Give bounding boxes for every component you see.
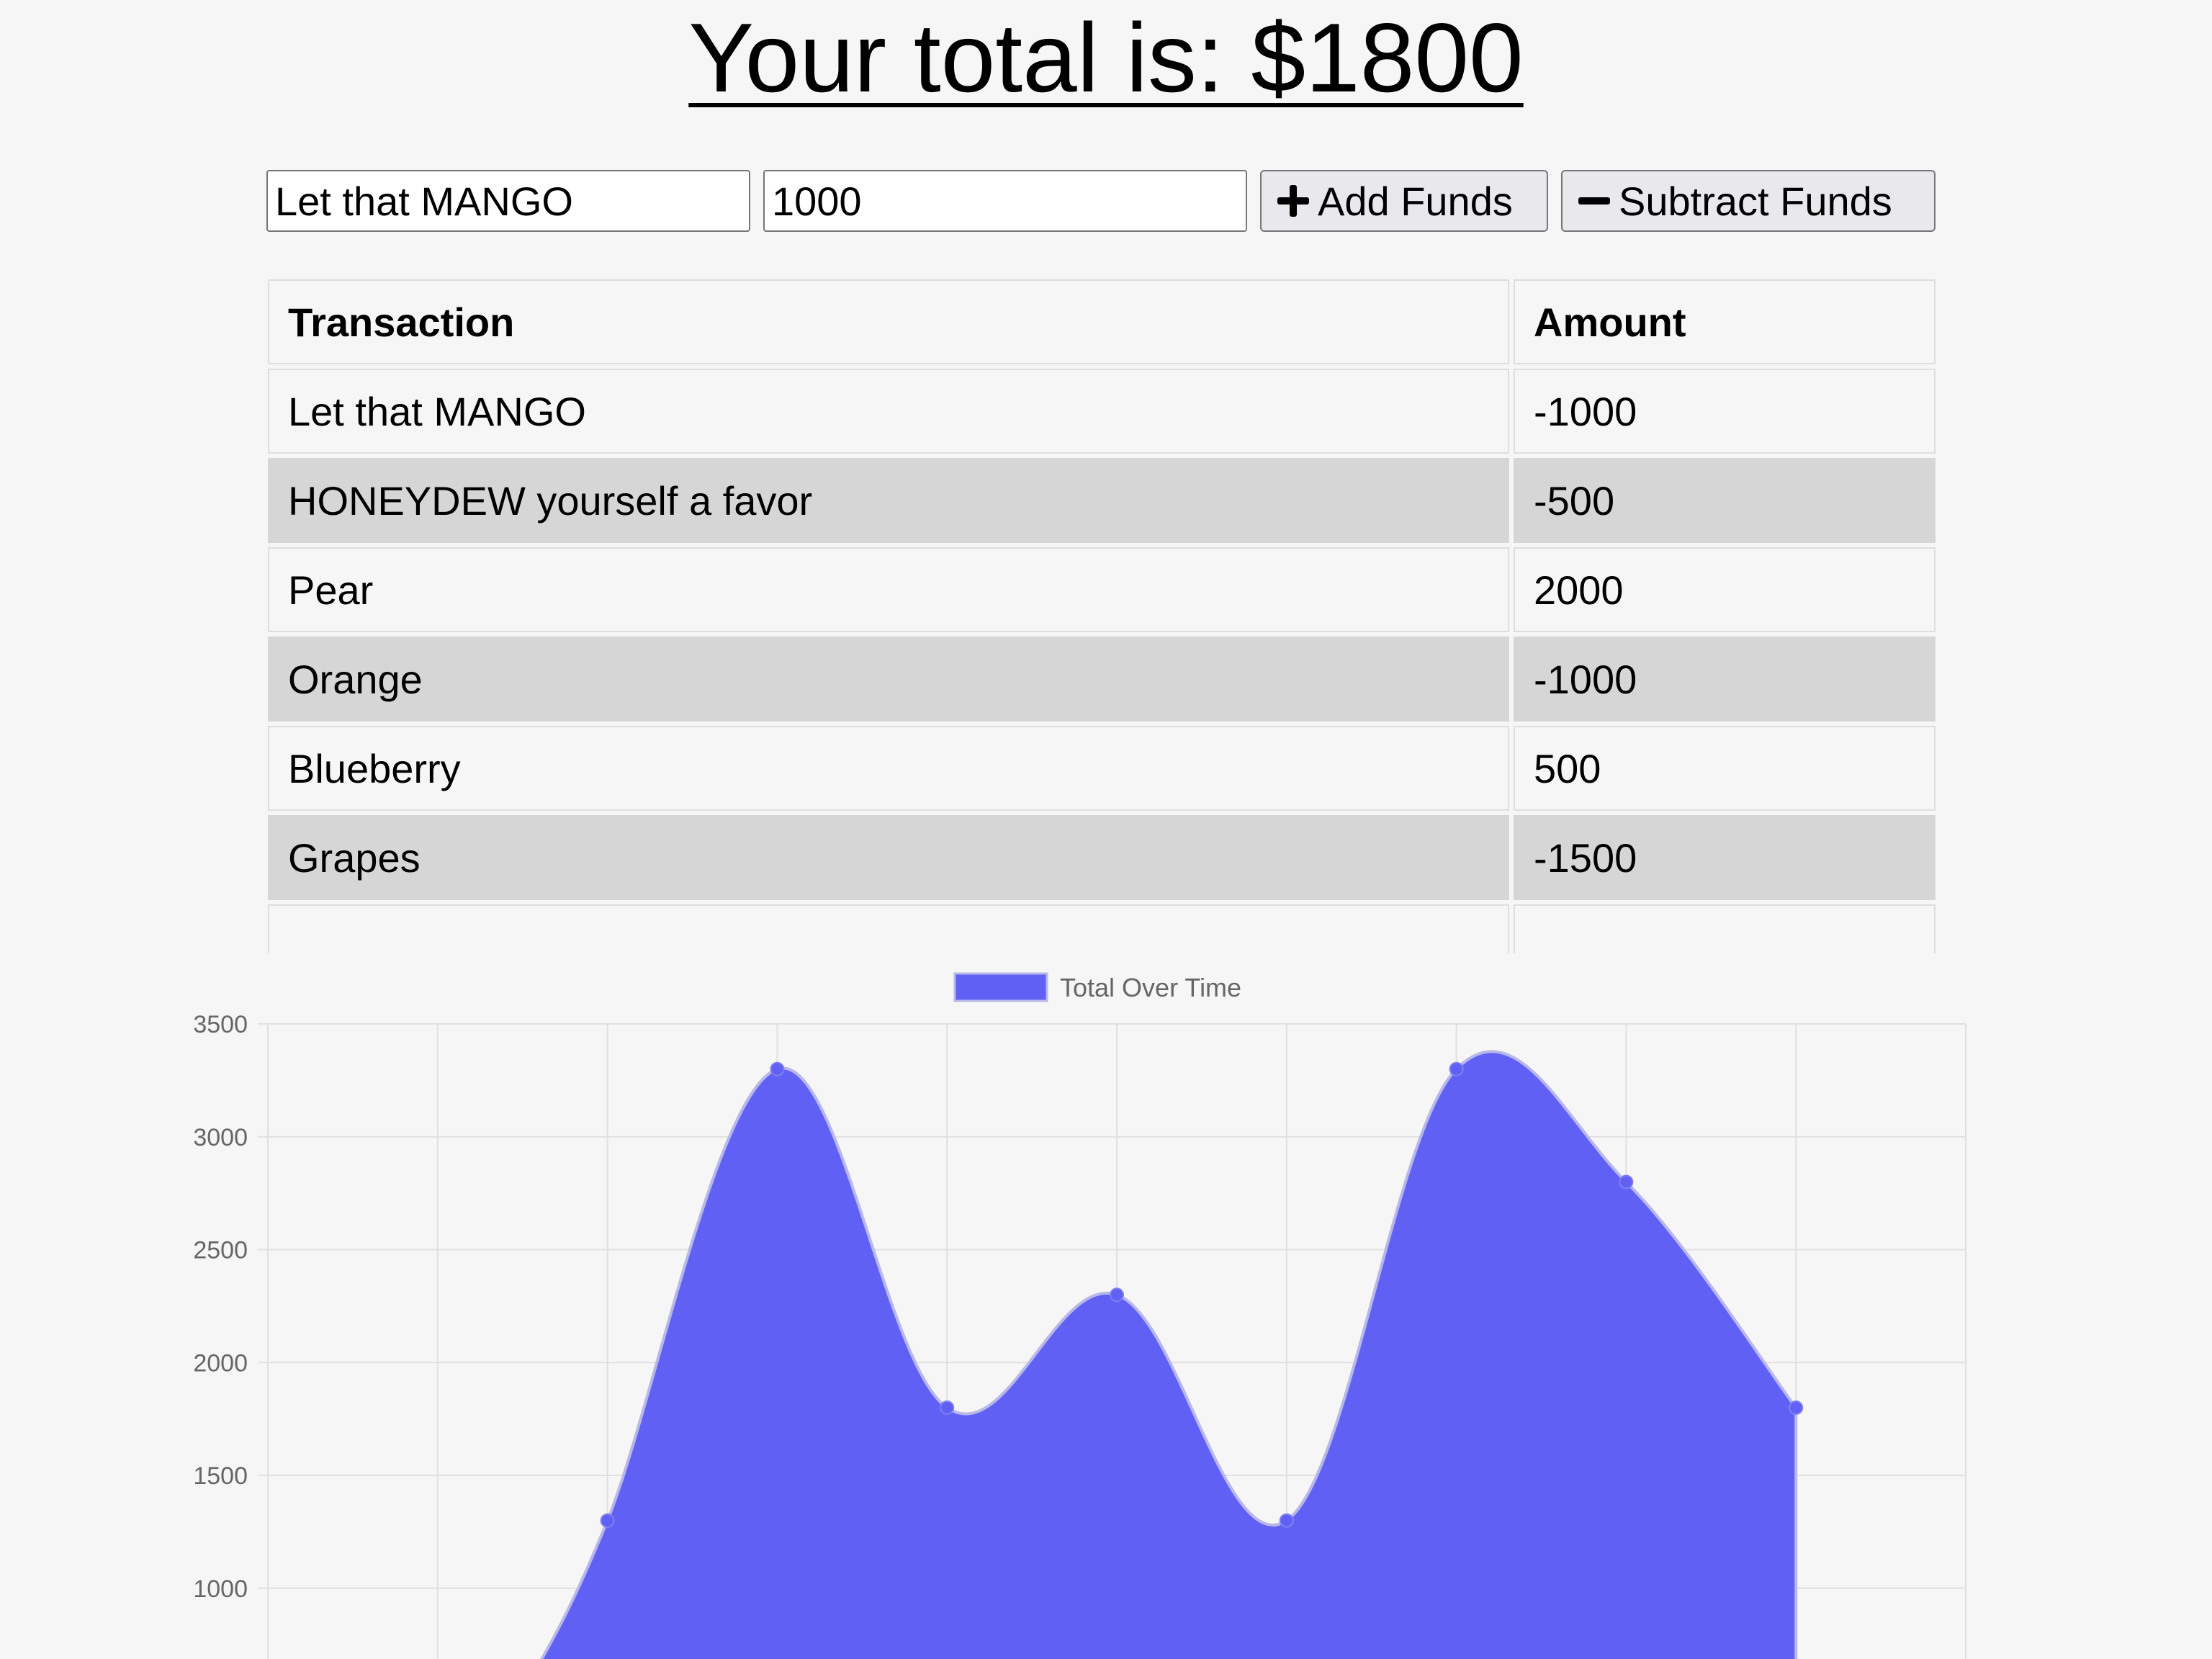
- transaction-column-header: Transaction: [268, 279, 1509, 364]
- y-tick-label: 3000: [193, 1124, 248, 1151]
- amount-column-header: Amount: [1514, 279, 1936, 364]
- data-point: [770, 1061, 785, 1076]
- table-row: Let that MANGO -1000: [268, 369, 1936, 454]
- legend-swatch: [953, 972, 1048, 1002]
- plus-icon: [1277, 185, 1309, 217]
- subtract-funds-button[interactable]: Subtract Funds: [1561, 170, 1936, 232]
- add-funds-label: Add Funds: [1318, 178, 1513, 224]
- table-row: Blueberry 500: [268, 726, 1936, 811]
- transaction-amount-cell: -1000: [1514, 369, 1936, 454]
- transaction-name-input[interactable]: [266, 170, 750, 232]
- transaction-amount-cell: -500: [1514, 458, 1936, 543]
- transaction-amount-cell: 500: [1514, 726, 1936, 811]
- y-tick-label: 1500: [193, 1462, 248, 1490]
- y-tick-label: 3500: [193, 1011, 248, 1038]
- add-funds-button[interactable]: Add Funds: [1260, 170, 1548, 232]
- transaction-amount-input[interactable]: [763, 170, 1247, 232]
- data-point: [1279, 1513, 1294, 1528]
- series-area-total-over-time: [540, 1050, 1798, 1659]
- subtract-funds-label: Subtract Funds: [1619, 178, 1892, 224]
- table-row: Grapes -1500: [268, 815, 1936, 900]
- transaction-name-cell: HONEYDEW yourself a favor: [268, 458, 1509, 543]
- data-point: [600, 1513, 615, 1528]
- transaction-name-cell: [268, 904, 1509, 953]
- transaction-name-cell: Grapes: [268, 815, 1509, 900]
- table-row: HONEYDEW yourself a favor -500: [268, 458, 1936, 543]
- data-point: [1619, 1174, 1634, 1190]
- y-tick-label: 1000: [193, 1575, 248, 1603]
- transactions-table: Transaction Amount Let that MANGO -1000 …: [268, 279, 1936, 953]
- y-tick-label: 2000: [193, 1349, 248, 1377]
- table-row: Orange -1000: [268, 637, 1936, 721]
- table-row: [268, 904, 1936, 953]
- transaction-name-cell: Pear: [268, 547, 1509, 632]
- page-title: Your total is: $1800: [0, 0, 2212, 115]
- transactions-table-scroll[interactable]: Transaction Amount Let that MANGO -1000 …: [268, 279, 1936, 953]
- total-label: Your total is: $1800: [688, 3, 1524, 112]
- minus-icon: [1578, 185, 1610, 217]
- transaction-amount-cell: [1514, 904, 1936, 953]
- transaction-name-cell: Blueberry: [268, 726, 1509, 811]
- y-axis-ticks: 1000 1500 2000 2500 3000 3500: [193, 1011, 248, 1603]
- table-row: Pear 2000: [268, 547, 1936, 632]
- budget-tracker-page: Your total is: $1800 Add Funds Subtract …: [0, 0, 2212, 1659]
- transaction-amount-cell: 2000: [1514, 547, 1936, 632]
- y-tick-label: 2500: [193, 1237, 248, 1264]
- transaction-form: Add Funds Subtract Funds: [266, 170, 1936, 232]
- transaction-name-cell: Orange: [268, 637, 1509, 721]
- transaction-amount-cell: -1500: [1514, 815, 1936, 900]
- transaction-amount-cell: -1000: [1514, 637, 1936, 721]
- data-point: [940, 1400, 955, 1415]
- table-header-row: Transaction Amount: [268, 279, 1936, 364]
- data-point: [1110, 1287, 1124, 1303]
- total-over-time-chart: 1000 1500 2000 2500 3000 3500 Total Over Time: [193, 972, 1966, 1659]
- transaction-name-cell: Let that MANGO: [268, 369, 1509, 454]
- data-point: [1449, 1061, 1464, 1076]
- data-point: [1789, 1400, 1804, 1415]
- legend-label: Total Over Time: [1060, 973, 1241, 1002]
